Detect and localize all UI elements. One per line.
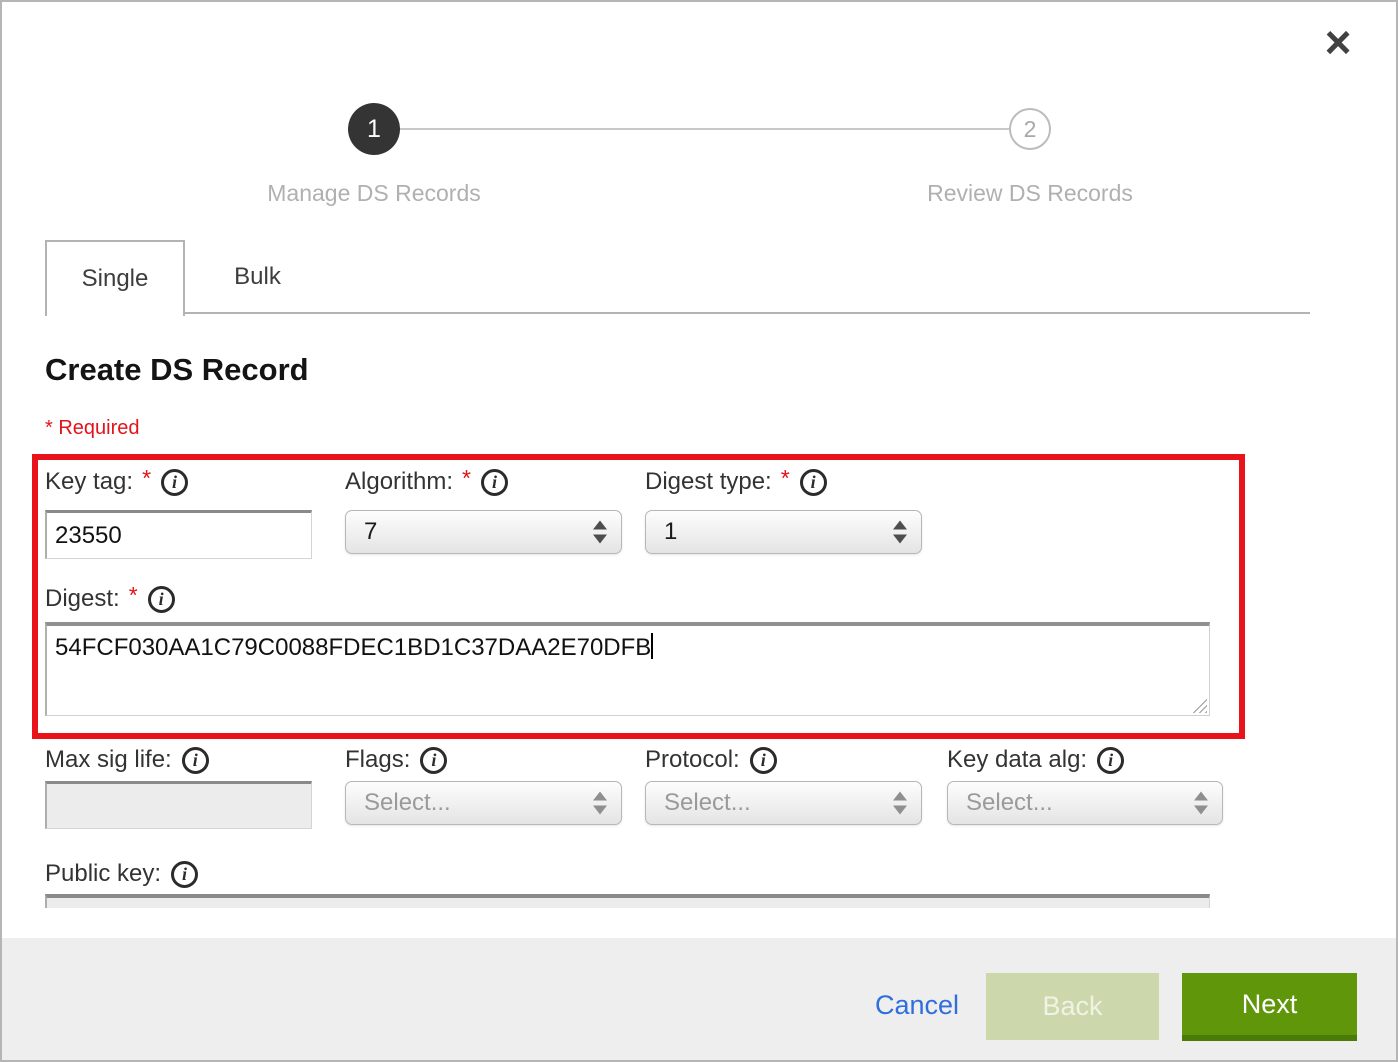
algorithm-value: 7 [364,518,377,546]
text-cursor [651,633,653,659]
protocol-label-text: Protocol: [645,746,740,774]
cancel-button[interactable]: Cancel [875,990,959,1021]
create-ds-record-modal: × 1 2 Manage DS Records Review DS Record… [0,0,1398,1062]
key-tag-label-text: Key tag: [45,468,133,496]
page-title: Create DS Record [45,352,309,388]
max-sig-life-input[interactable] [45,781,312,829]
key-data-alg-value: Select... [966,789,1053,817]
key-data-alg-label: Key data alg: i [947,746,1124,774]
info-icon[interactable]: i [182,747,209,774]
public-key-textarea[interactable] [45,894,1210,908]
select-spinner-icon [593,792,607,815]
public-key-label-text: Public key: [45,860,161,888]
required-asterisk: * [462,465,471,492]
stepper-connector-line [400,128,1010,130]
resize-handle-icon[interactable] [1192,698,1207,713]
digest-type-label-text: Digest type: [645,468,772,496]
digest-type-select[interactable]: 1 [645,510,922,554]
info-icon[interactable]: i [171,861,198,888]
required-asterisk: * [129,582,138,609]
info-icon[interactable]: i [420,747,447,774]
select-spinner-icon [593,521,607,544]
info-icon[interactable]: i [481,469,508,496]
info-icon[interactable]: i [161,469,188,496]
tab-single[interactable]: Single [45,240,185,316]
select-spinner-icon [893,792,907,815]
select-spinner-icon [893,521,907,544]
digest-type-label: Digest type: * i [645,468,827,496]
flags-label-text: Flags: [345,746,410,774]
stepper-step-2-label: Review DS Records [870,180,1190,207]
digest-type-value: 1 [664,518,677,546]
digest-label-text: Digest: [45,585,120,613]
algorithm-label: Algorithm: * i [345,468,508,496]
max-sig-life-label: Max sig life: i [45,746,209,774]
protocol-value: Select... [664,789,751,817]
key-tag-value: 23550 [55,522,122,550]
info-icon[interactable]: i [750,747,777,774]
flags-select[interactable]: Select... [345,781,622,825]
tab-bar-underline [45,312,1310,314]
algorithm-label-text: Algorithm: [345,468,453,496]
stepper-step-1-number: 1 [367,115,381,144]
key-data-alg-label-text: Key data alg: [947,746,1087,774]
digest-label: Digest: * i [45,585,175,613]
digest-value: 54FCF030AA1C79C0088FDEC1BD1C37DAA2E70DFB [55,634,651,661]
max-sig-life-label-text: Max sig life: [45,746,172,774]
select-spinner-icon [1194,792,1208,815]
required-asterisk: * [781,465,790,492]
stepper-step-2-number: 2 [1024,116,1037,143]
key-data-alg-select[interactable]: Select... [947,781,1223,825]
info-icon[interactable]: i [148,586,175,613]
close-icon[interactable]: × [1314,18,1362,66]
info-icon[interactable]: i [800,469,827,496]
stepper-step-1-circle: 1 [348,103,400,155]
key-tag-label: Key tag: * i [45,468,188,496]
required-note: * Required [45,417,140,440]
next-button[interactable]: Next [1182,973,1357,1041]
stepper-step-2-circle: 2 [1009,108,1051,150]
info-icon[interactable]: i [1097,747,1124,774]
back-button[interactable]: Back [986,973,1159,1040]
digest-textarea[interactable]: 54FCF030AA1C79C0088FDEC1BD1C37DAA2E70DFB [45,622,1210,716]
stepper-step-1-label: Manage DS Records [214,180,534,207]
public-key-label: Public key: i [45,860,198,888]
algorithm-select[interactable]: 7 [345,510,622,554]
flags-value: Select... [364,789,451,817]
key-tag-input[interactable]: 23550 [45,510,312,559]
required-asterisk: * [142,465,151,492]
protocol-select[interactable]: Select... [645,781,922,825]
protocol-label: Protocol: i [645,746,777,774]
tab-bulk[interactable]: Bulk [185,240,330,314]
flags-label: Flags: i [345,746,447,774]
